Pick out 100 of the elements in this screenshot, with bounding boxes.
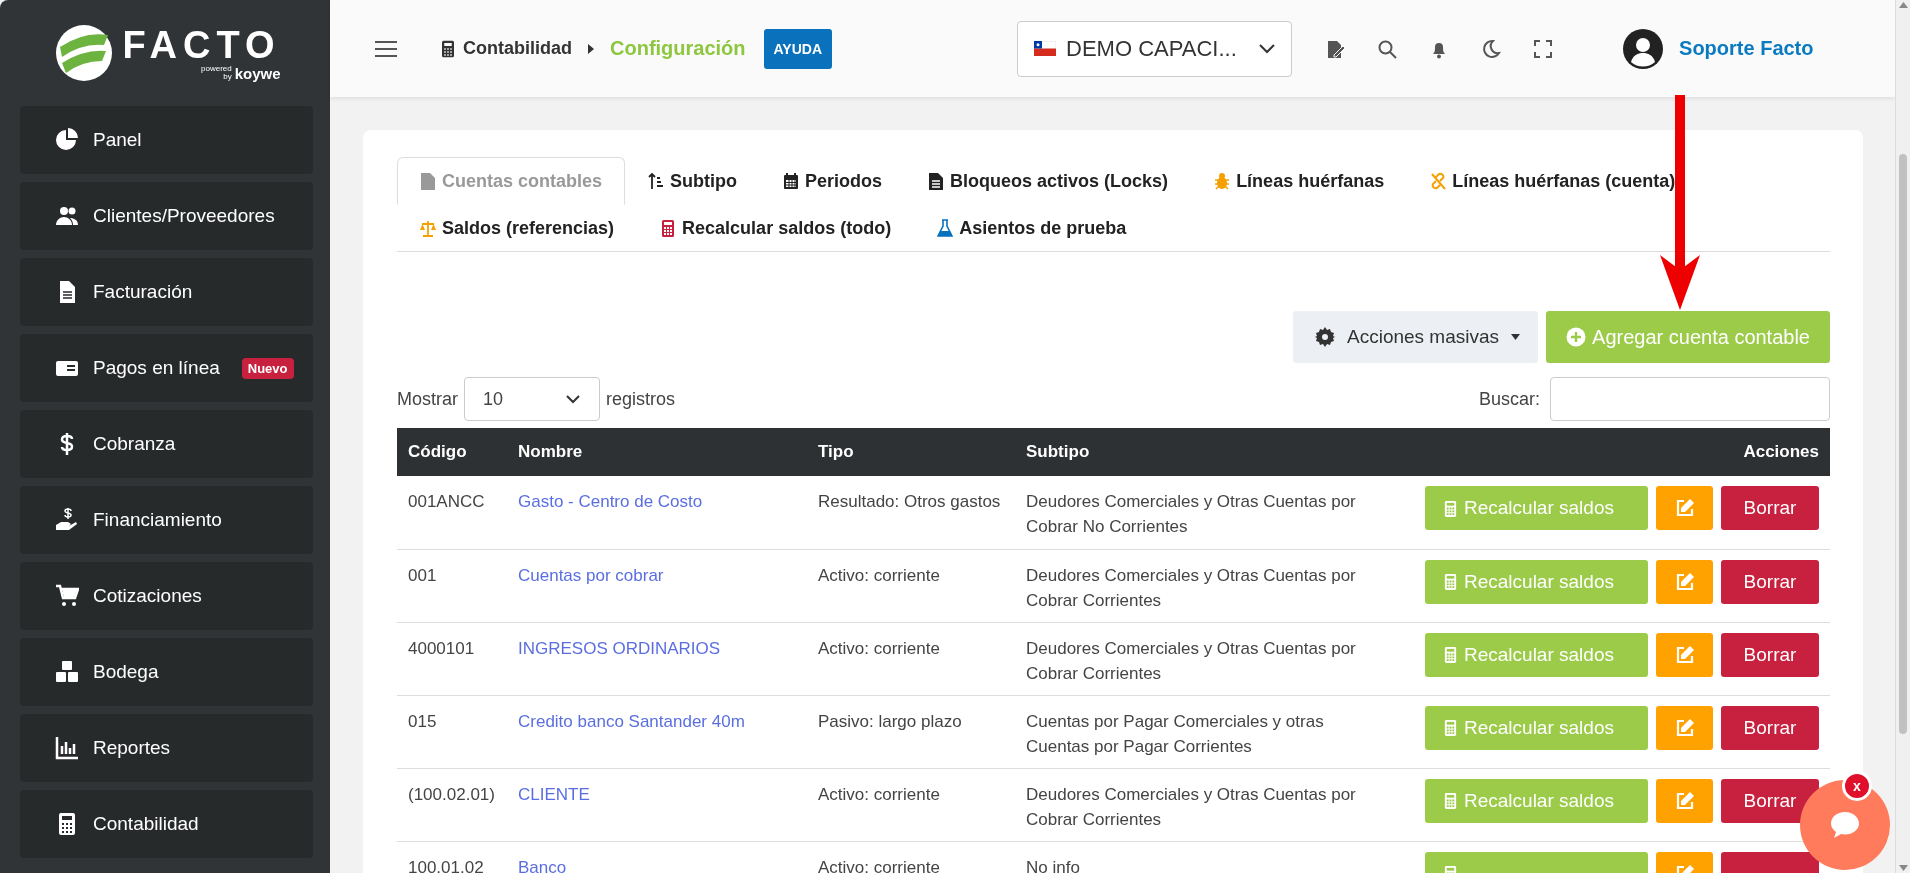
tab[interactable]: Saldos (referencias): [397, 204, 638, 252]
sidebar-item[interactable]: Financiamiento: [20, 486, 313, 554]
table-cell: Pasivo: largo plazo: [807, 695, 1015, 768]
help-button[interactable]: AYUDA: [763, 28, 833, 69]
delete-button[interactable]: Borrar: [1721, 705, 1819, 750]
boxes-icon: [55, 660, 79, 684]
table-cell: 4000101: [397, 622, 507, 695]
sidebar-item[interactable]: Facturación: [20, 258, 313, 326]
account-link[interactable]: CLIENTE: [518, 784, 590, 804]
table-cell: Activo: corriente: [807, 549, 1015, 622]
document-icon: [928, 172, 945, 190]
page-size-select[interactable]: 10: [464, 377, 600, 421]
chevron-down-icon: [565, 394, 581, 404]
user-name[interactable]: Soporte Facto: [1679, 37, 1814, 60]
delete-button[interactable]: Borrar: [1721, 778, 1819, 823]
sidebar-item[interactable]: Panel: [20, 106, 313, 174]
calculator-icon: [1443, 791, 1458, 810]
chat-bubble-icon: [1830, 811, 1860, 839]
edit-document-icon[interactable]: [1325, 38, 1346, 59]
table-cell: Resultado: Otros gastos: [807, 476, 1015, 549]
edit-icon: [1674, 790, 1695, 811]
edit-icon: [1674, 571, 1695, 592]
caret-right-icon: [586, 42, 596, 55]
sidebar-item[interactable]: Cotizaciones: [20, 562, 313, 630]
breadcrumb-link[interactable]: Contabilidad: [439, 38, 572, 59]
delete-button[interactable]: Borrar: [1721, 486, 1819, 530]
bar-chart-icon: [55, 736, 79, 760]
sidebar-item[interactable]: Cobranza: [20, 410, 313, 478]
table-cell: Activo: corriente: [807, 622, 1015, 695]
delete-button[interactable]: Borrar: [1721, 632, 1819, 677]
tab[interactable]: Bloqueos activos (Locks): [905, 157, 1192, 205]
tab[interactable]: Periodos: [760, 157, 906, 205]
tab[interactable]: Líneas huérfanas: [1191, 157, 1408, 205]
tab[interactable]: Asientos de prueba: [914, 204, 1150, 252]
records-label: registros: [606, 388, 676, 410]
sidebar-item[interactable]: Pagos en línea Nuevo: [20, 334, 313, 402]
breadcrumb-current: Configuración: [610, 37, 746, 60]
tab[interactable]: Líneas huérfanas (cuenta): [1407, 157, 1699, 205]
account-link[interactable]: Gasto - Centro de Costo: [518, 492, 703, 511]
sort-icon: [648, 172, 665, 190]
column-header[interactable]: Subtipo: [1015, 428, 1398, 476]
pie-chart-icon: [55, 128, 79, 152]
calculator-icon: [1443, 498, 1458, 518]
document-icon: [420, 172, 436, 190]
edit-icon: [1674, 498, 1695, 518]
search-field[interactable]: [1550, 377, 1830, 421]
company-select[interactable]: DEMO CAPACI...: [1017, 20, 1293, 77]
column-header[interactable]: Acciones: [1398, 428, 1830, 476]
column-header[interactable]: Nombre: [507, 428, 807, 476]
sidebar-item[interactable]: Clientes/Proveedores: [20, 182, 313, 250]
table-cell: Deudores Comerciales y Otras Cuentas por Cobrar Corrientes: [1015, 622, 1398, 695]
search-icon[interactable]: [1377, 38, 1398, 59]
menu-icon[interactable]: [375, 39, 397, 58]
hand-coin-icon: [55, 508, 79, 532]
new-badge: Nuevo: [241, 357, 294, 379]
tab[interactable]: Subtipo: [625, 157, 761, 205]
avatar-icon[interactable]: [1623, 28, 1664, 69]
scrollbar[interactable]: [1895, 0, 1910, 873]
sidebar-item[interactable]: Bodega: [20, 638, 313, 706]
moon-icon[interactable]: [1481, 38, 1502, 59]
settings-icon: [1315, 327, 1335, 347]
account-link[interactable]: Credito banco Santander 40m: [518, 711, 745, 731]
caret-down-icon: [1511, 334, 1521, 340]
table-cell: 100.01.02: [397, 841, 507, 873]
calculator-icon: [1443, 645, 1458, 664]
table-cell: Activo: corriente: [807, 841, 1015, 873]
table-cell: Activo: corriente: [807, 768, 1015, 841]
delete-button[interactable]: Borrar: [1721, 559, 1819, 604]
cart-icon: [55, 584, 79, 608]
calculator-icon: [439, 38, 457, 59]
scroll-up-icon: [1898, 2, 1908, 8]
bulk-actions-button[interactable]: Acciones masivas: [1293, 311, 1539, 363]
table-cell: Deudores Comerciales y Otras Cuentas por Cobrar Corrientes: [1015, 549, 1398, 622]
tab[interactable]: Recalcular saldos (todo): [637, 204, 915, 252]
table-cell: 001ANCC: [397, 476, 507, 549]
account-link[interactable]: Banco: [518, 857, 567, 873]
logo-partner: koywe: [234, 64, 281, 82]
users-icon: [55, 204, 79, 228]
flask-icon: [937, 219, 954, 237]
edit-icon: [1674, 717, 1695, 738]
fullscreen-icon[interactable]: [1533, 38, 1554, 59]
bug-icon: [1214, 172, 1231, 190]
table-cell: 001: [397, 549, 507, 622]
table-cell: Cuentas por Pagar Comerciales y otras Cuentas por Pagar Corrientes: [1015, 695, 1398, 768]
search-label: Buscar:: [1478, 388, 1540, 410]
logo-tagline: powered: [201, 65, 232, 73]
column-header[interactable]: Tipo: [807, 428, 1015, 476]
table-cell: 015: [397, 695, 507, 768]
account-link[interactable]: INGRESOS ORDINARIOS: [518, 638, 721, 658]
chevron-down-icon: [1259, 43, 1276, 54]
show-label: Mostrar: [397, 388, 458, 410]
plus-circle-icon: [1566, 327, 1587, 347]
account-link[interactable]: Cuentas por cobrar: [518, 565, 664, 585]
column-header[interactable]: Código: [397, 428, 507, 476]
table-cell: (100.02.01): [397, 768, 507, 841]
table-cell: Deudores Comerciales y Otras Cuentas por Cobrar Corrientes: [1015, 768, 1398, 841]
sidebar-item[interactable]: Contabilidad: [20, 790, 313, 858]
sidebar-item[interactable]: Reportes: [20, 714, 313, 782]
calculator-icon: [1443, 718, 1458, 737]
calculator-icon: [1443, 572, 1458, 591]
